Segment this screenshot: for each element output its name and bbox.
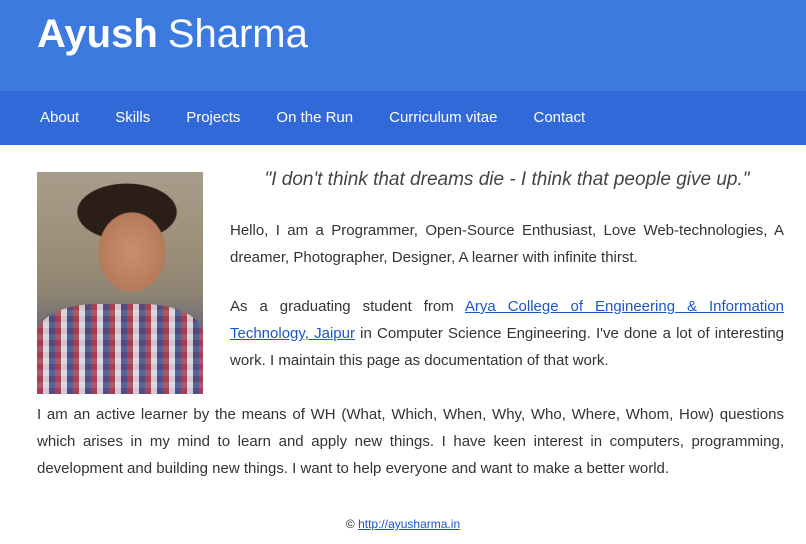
footer-site-link[interactable]: http://ayusharma.in [358, 517, 460, 531]
main-nav: About Skills Projects On the Run Curricu… [0, 91, 806, 145]
first-name: Ayush [37, 12, 158, 56]
last-name: Sharma [167, 12, 308, 56]
intro-paragraph: Hello, I am a Programmer, Open-Source En… [230, 222, 784, 266]
education-text-before: As a graduating student from [230, 298, 465, 315]
site-header: Ayush Sharma [0, 0, 806, 91]
education-paragraph: As a graduating student from Arya Colleg… [230, 293, 784, 374]
learner-paragraph: I am an active learner by the means of W… [37, 406, 784, 477]
nav-item-skills[interactable]: Skills [97, 91, 168, 145]
nav-item-on-the-run[interactable]: On the Run [258, 91, 371, 145]
footer: © http://ayusharma.in [0, 517, 806, 531]
copyright-symbol: © [345, 517, 355, 531]
site-title[interactable]: Ayush Sharma [37, 12, 308, 56]
nav-item-curriculum-vitae[interactable]: Curriculum vitae [371, 91, 515, 145]
nav-item-projects[interactable]: Projects [168, 91, 258, 145]
quote: "I don't think that dreams die - I think… [264, 169, 750, 190]
nav-item-about[interactable]: About [22, 91, 97, 145]
nav-item-contact[interactable]: Contact [516, 91, 604, 145]
profile-photo-shirt [37, 304, 203, 394]
profile-photo [37, 172, 203, 394]
